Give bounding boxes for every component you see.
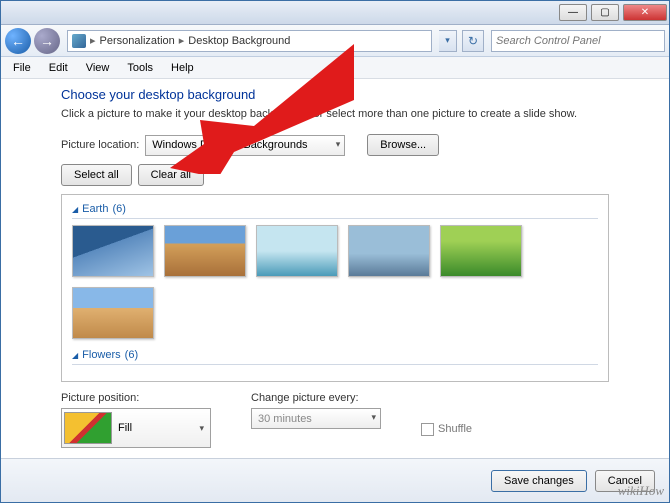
location-combo[interactable]: Windows Desktop Backgrounds	[145, 135, 345, 156]
shuffle-label: Shuffle	[438, 423, 472, 435]
window: — ▢ ✕ ← → ▸ Personalization ▸ Desktop Ba…	[0, 0, 670, 503]
address-bar[interactable]: ▸ Personalization ▸ Desktop Background	[67, 30, 432, 52]
content-area: Choose your desktop background Click a p…	[1, 79, 669, 458]
chevron-right-icon: ▸	[179, 34, 185, 47]
minimize-button[interactable]: —	[559, 4, 587, 21]
menu-tools[interactable]: Tools	[119, 60, 161, 76]
wallpaper-thumb[interactable]	[440, 225, 522, 277]
back-button[interactable]: ←	[5, 28, 31, 54]
control-panel-icon	[72, 34, 86, 48]
menu-edit[interactable]: Edit	[41, 60, 76, 76]
collapse-icon: ◢	[72, 205, 78, 214]
menu-help[interactable]: Help	[163, 60, 202, 76]
location-label: Picture location:	[61, 139, 139, 151]
position-label: Picture position:	[61, 392, 211, 404]
forward-button[interactable]: →	[34, 28, 60, 54]
clear-all-button[interactable]: Clear all	[138, 164, 204, 186]
group-name: Flowers	[82, 349, 121, 361]
refresh-button[interactable]: ↻	[462, 30, 484, 52]
position-combo[interactable]: Fill	[61, 408, 211, 448]
menu-bar: File Edit View Tools Help	[1, 57, 669, 79]
wallpaper-gallery: ◢ Earth (6) ◢ Flowers (6)	[61, 194, 609, 382]
group-header-earth[interactable]: ◢ Earth (6)	[72, 203, 598, 219]
wallpaper-thumb[interactable]	[348, 225, 430, 277]
wallpaper-thumb[interactable]	[164, 225, 246, 277]
position-preview-icon	[64, 412, 112, 444]
breadcrumb-item[interactable]: Personalization	[100, 35, 175, 47]
group-count: (6)	[112, 203, 125, 215]
footer: Save changes Cancel	[1, 458, 669, 502]
menu-file[interactable]: File	[5, 60, 39, 76]
titlebar: — ▢ ✕	[1, 1, 669, 25]
search-input[interactable]	[491, 30, 665, 52]
browse-button[interactable]: Browse...	[367, 134, 439, 156]
change-interval-label: Change picture every:	[251, 392, 381, 404]
shuffle-checkbox[interactable]: Shuffle	[421, 410, 472, 448]
group-name: Earth	[82, 203, 108, 215]
page-heading: Choose your desktop background	[61, 87, 609, 102]
select-all-button[interactable]: Select all	[61, 164, 132, 186]
watermark: wikiHow	[618, 483, 664, 499]
save-changes-button[interactable]: Save changes	[491, 470, 587, 492]
chevron-right-icon: ▸	[90, 34, 96, 47]
location-row: Picture location: Windows Desktop Backgr…	[61, 134, 609, 156]
lower-options: Picture position: Fill Change picture ev…	[61, 392, 609, 448]
page-subtext: Click a picture to make it your desktop …	[61, 108, 609, 120]
maximize-button[interactable]: ▢	[591, 4, 619, 21]
position-value: Fill	[118, 422, 132, 434]
wallpaper-thumb[interactable]	[256, 225, 338, 277]
change-interval-combo[interactable]: 30 minutes	[251, 408, 381, 429]
wallpaper-thumb[interactable]	[72, 225, 154, 277]
address-dropdown[interactable]: ▾	[439, 30, 457, 52]
close-button[interactable]: ✕	[623, 4, 667, 21]
group-header-flowers[interactable]: ◢ Flowers (6)	[72, 349, 598, 365]
menu-view[interactable]: View	[78, 60, 118, 76]
nav-bar: ← → ▸ Personalization ▸ Desktop Backgrou…	[1, 25, 669, 57]
selection-row: Select all Clear all	[61, 164, 609, 186]
thumbnail-row	[72, 225, 598, 339]
breadcrumb-item[interactable]: Desktop Background	[188, 35, 290, 47]
group-count: (6)	[125, 349, 138, 361]
collapse-icon: ◢	[72, 351, 78, 360]
checkbox-icon	[421, 423, 434, 436]
wallpaper-thumb[interactable]	[72, 287, 154, 339]
